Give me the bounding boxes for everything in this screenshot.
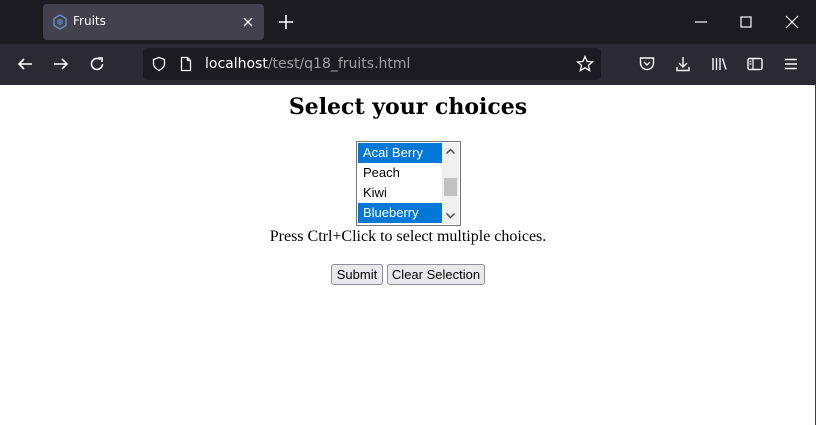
tab-title: Fruits xyxy=(73,14,106,28)
page-icon[interactable] xyxy=(178,56,194,72)
bookmark-star-icon[interactable] xyxy=(576,55,594,73)
download-icon[interactable] xyxy=(674,55,692,73)
fruits-listbox[interactable]: Acai Berry Peach Kiwi Blueberry xyxy=(356,141,461,226)
option-kiwi[interactable]: Kiwi xyxy=(358,183,443,203)
option-peach[interactable]: Peach xyxy=(358,163,443,183)
option-acai-berry[interactable]: Acai Berry xyxy=(358,143,443,163)
instruction-text: Press Ctrl+Click to select multiple choi… xyxy=(269,228,547,245)
nav-bar: localhost/test/q18_fruits.html xyxy=(0,44,816,85)
clear-selection-button[interactable]: Clear Selection xyxy=(387,264,485,285)
listbox-options: Acai Berry Peach Kiwi Blueberry xyxy=(358,143,443,223)
submit-button[interactable]: Submit xyxy=(331,264,383,285)
close-window-icon[interactable] xyxy=(783,13,801,31)
menu-icon[interactable] xyxy=(782,55,800,73)
webpage-favicon-icon xyxy=(53,14,67,30)
scroll-down-arrow-icon[interactable] xyxy=(442,207,459,224)
page-content: Select your choices Acai Berry Peach Kiw… xyxy=(0,85,816,425)
maximize-icon[interactable] xyxy=(737,13,755,31)
option-blueberry[interactable]: Blueberry xyxy=(358,203,443,223)
url-host: localhost xyxy=(205,56,268,72)
sidebar-icon[interactable] xyxy=(746,55,764,73)
library-icon[interactable] xyxy=(710,55,728,73)
page-heading: Select your choices xyxy=(288,94,528,120)
forward-arrow-icon[interactable] xyxy=(52,55,70,73)
pocket-icon[interactable] xyxy=(638,55,656,73)
url-bar[interactable]: localhost/test/q18_fruits.html xyxy=(143,48,601,80)
tab-fruits[interactable]: Fruits xyxy=(43,4,264,40)
shield-icon[interactable] xyxy=(151,56,167,72)
close-tab-icon[interactable] xyxy=(240,14,256,30)
back-arrow-icon[interactable] xyxy=(16,55,34,73)
url-path: /test/q18_fruits.html xyxy=(267,56,411,72)
listbox-scrollbar[interactable] xyxy=(442,143,459,224)
url-text[interactable]: localhost/test/q18_fruits.html xyxy=(205,56,410,72)
minimize-icon[interactable] xyxy=(692,13,710,31)
scroll-up-arrow-icon[interactable] xyxy=(442,143,459,160)
reload-icon[interactable] xyxy=(88,55,106,73)
new-tab-icon[interactable] xyxy=(277,13,295,31)
tab-strip: Fruits xyxy=(0,0,816,44)
scrollbar-thumb[interactable] xyxy=(444,178,457,196)
